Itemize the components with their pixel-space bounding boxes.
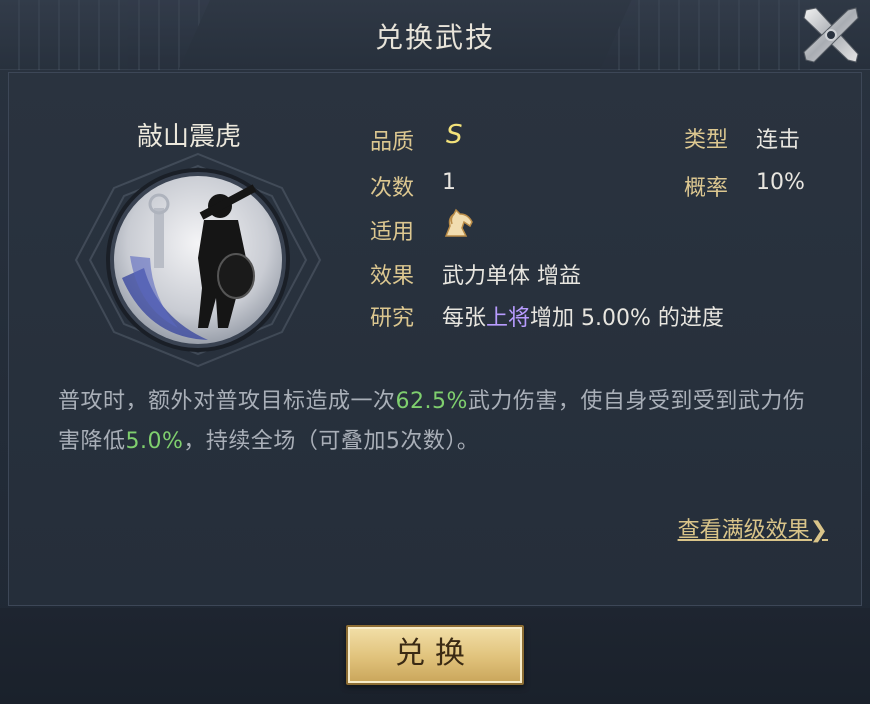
effect-value: 武力单体 增益 [442,264,581,289]
close-icon [803,7,859,63]
effect-label: 效果 [370,264,415,289]
horse-icon [440,208,476,240]
dialog-header: 兑换武技 [0,0,870,70]
exchange-skill-dialog: 兑换武技 敲山震虎 品质 S 次数 1 适用 效果 武力单体 增益 研究 每张上… [0,0,870,704]
research-value: 每张上将增加 5.00% 的进度 [442,300,724,332]
type-value: 连击 [756,128,801,153]
description-part-1: 普攻时，额外对普攻目标造成一次 [58,389,396,414]
chance-label: 概率 [684,176,729,201]
count-value: 1 [442,170,456,195]
applies-label: 适用 [370,220,415,245]
skill-portrait-icon [74,152,322,368]
count-label: 次数 [370,176,415,201]
research-suffix: 增加 5.00% 的进度 [530,306,724,331]
skill-description: 普攻时，额外对普攻目标造成一次62.5%武力伤害，使自身受到受到武力伤害降低5.… [58,382,818,462]
chance-value: 10% [756,170,805,195]
exchange-button[interactable]: 兑换 [346,625,524,685]
skill-emblem [58,148,338,372]
view-full-level-effect-link[interactable]: 查看满级效果❯ [678,512,828,544]
close-button[interactable] [800,4,862,66]
research-prefix: 每张 [442,306,487,331]
quality-value: S [446,120,463,150]
research-highlight: 上将 [486,306,531,331]
dialog-title: 兑换武技 [374,21,495,54]
quality-label: 品质 [370,130,415,155]
description-part-3: ，持续全场（可叠加5次数）。 [183,429,480,454]
type-label: 类型 [684,128,729,153]
description-value-1: 62.5% [395,389,468,414]
description-value-2: 5.0% [125,429,184,454]
research-label: 研究 [370,306,415,331]
